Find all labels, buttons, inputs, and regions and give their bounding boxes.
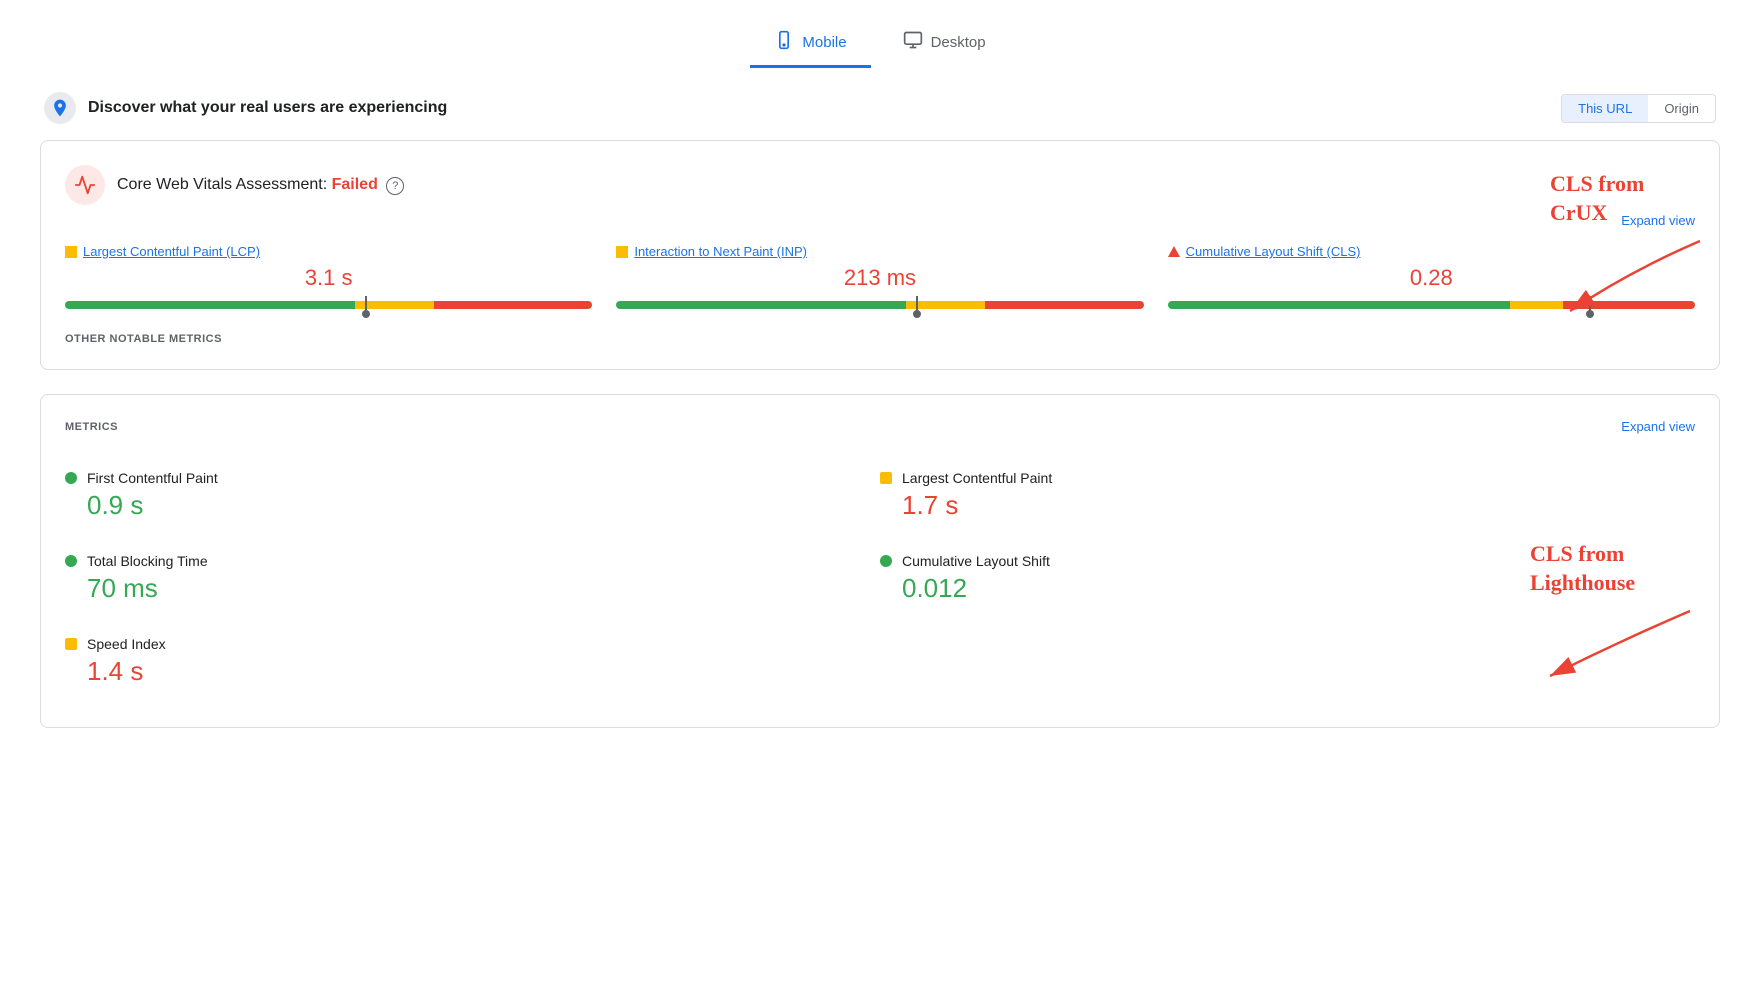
lcp2-value: 1.7 s — [880, 490, 1695, 521]
cwv-title: Core Web Vitals Assessment: Failed ? — [117, 176, 404, 195]
fcp-metric-row: First Contentful Paint 0.9 s — [65, 454, 880, 537]
cls2-dot — [880, 555, 892, 567]
tbt-value: 70 ms — [65, 573, 880, 604]
tbt-dot — [65, 555, 77, 567]
cwv-help-icon[interactable]: ? — [386, 177, 404, 195]
si-metric-row: Speed Index 1.4 s — [65, 620, 880, 703]
lcp2-label: Largest Contentful Paint — [902, 470, 1052, 486]
annotation-crux: CLS from CrUX — [1550, 170, 1730, 321]
lcp2-metric-row: Largest Contentful Paint 1.7 s — [880, 454, 1695, 537]
inp-metric: Interaction to Next Paint (INP) 213 ms — [616, 244, 1143, 309]
lcp-value: 3.1 s — [65, 265, 592, 291]
lcp-metric: Largest Contentful Paint (LCP) 3.1 s — [65, 244, 592, 309]
metrics-card-header: METRICS Expand view — [65, 419, 1695, 434]
cls2-label: Cumulative Layout Shift — [902, 553, 1050, 569]
cwv-metrics-grid: Largest Contentful Paint (LCP) 3.1 s Int… — [65, 244, 1695, 309]
tab-mobile-label: Mobile — [802, 34, 846, 51]
cwv-status-icon — [65, 165, 105, 205]
url-origin-toggle: This URL Origin — [1561, 94, 1716, 123]
metrics-2col-grid: First Contentful Paint 0.9 s Total Block… — [65, 454, 1695, 703]
tbt-label: Total Blocking Time — [87, 553, 208, 569]
other-metrics-label: OTHER NOTABLE METRICS — [65, 333, 1695, 345]
si-value: 1.4 s — [65, 656, 880, 687]
desktop-icon — [903, 30, 923, 55]
mobile-icon — [774, 30, 794, 55]
cls-label-icon — [1168, 246, 1180, 257]
metrics-label: METRICS — [65, 421, 118, 433]
inp-value: 213 ms — [616, 265, 1143, 291]
annotation-lighthouse: CLS from Lighthouse — [1530, 540, 1730, 691]
cwv-card: Core Web Vitals Assessment: Failed ? Exp… — [40, 140, 1720, 370]
section-title: Discover what your real users are experi… — [88, 99, 447, 117]
lcp2-dot — [880, 472, 892, 484]
fcp-label: First Contentful Paint — [87, 470, 218, 486]
this-url-button[interactable]: This URL — [1562, 95, 1648, 122]
lcp-label[interactable]: Largest Contentful Paint (LCP) — [65, 244, 592, 259]
tab-desktop-label: Desktop — [931, 34, 986, 51]
tab-mobile[interactable]: Mobile — [750, 20, 870, 68]
tab-desktop[interactable]: Desktop — [879, 20, 1010, 68]
cwv-expand-view[interactable]: Expand view — [65, 213, 1695, 228]
cwv-header: Core Web Vitals Assessment: Failed ? — [65, 165, 1695, 205]
tbt-metric-row: Total Blocking Time 70 ms — [65, 537, 880, 620]
inp-label[interactable]: Interaction to Next Paint (INP) — [616, 244, 1143, 259]
lcp-label-icon — [65, 246, 77, 258]
tab-bar: Mobile Desktop — [40, 20, 1720, 68]
origin-button[interactable]: Origin — [1648, 95, 1715, 122]
fcp-value: 0.9 s — [65, 490, 880, 521]
inp-bar — [616, 301, 1143, 309]
section-header: Discover what your real users are experi… — [40, 92, 1720, 124]
cwv-status-failed: Failed — [332, 176, 378, 193]
lcp-bar — [65, 301, 592, 309]
si-label: Speed Index — [87, 636, 166, 652]
metrics-card: METRICS Expand view First Contentful Pai… — [40, 394, 1720, 728]
fcp-dot — [65, 472, 77, 484]
si-dot — [65, 638, 77, 650]
inp-label-icon — [616, 246, 628, 258]
metrics-left-col: First Contentful Paint 0.9 s Total Block… — [65, 454, 880, 703]
metrics-expand-view[interactable]: Expand view — [1621, 419, 1695, 434]
section-icon — [44, 92, 76, 124]
